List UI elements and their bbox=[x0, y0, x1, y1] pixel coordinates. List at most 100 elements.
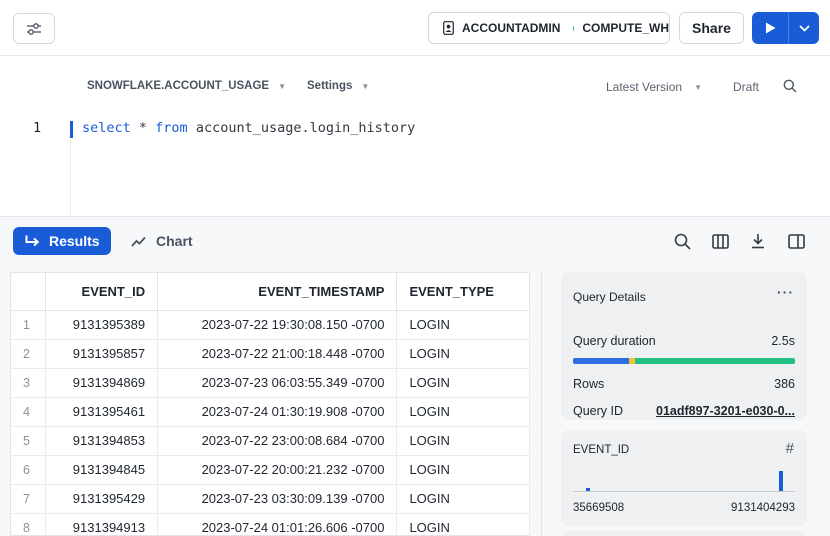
row-index-cell: 7 bbox=[11, 484, 47, 514]
event-id-cell[interactable]: 9131394869 bbox=[45, 368, 159, 398]
duration-segment-1 bbox=[573, 358, 629, 364]
query-id-row: Query ID 01adf897-3201-e030-0... bbox=[573, 404, 795, 418]
event-type-cell[interactable]: LOGIN bbox=[396, 426, 530, 456]
column-min-value: 35669508 bbox=[573, 502, 625, 514]
table-row[interactable]: 5 9131394853 2023-07-22 23:00:08.684 -0700… bbox=[11, 426, 530, 456]
database-label: SNOWFLAKE.ACCOUNT_USAGE bbox=[87, 80, 270, 92]
column-histogram bbox=[573, 468, 795, 492]
column-stats-name: EVENT_ID bbox=[573, 444, 630, 456]
caret-down-icon: ▼ bbox=[278, 81, 287, 91]
row-index-header bbox=[11, 273, 47, 311]
event-id-cell[interactable]: 9131394853 bbox=[45, 426, 159, 456]
keyword-select: select bbox=[82, 120, 131, 136]
event-timestamp-cell[interactable]: 2023-07-22 20:00:21.232 -0700 bbox=[157, 455, 398, 485]
tab-chart-label: Chart bbox=[156, 233, 193, 249]
toggle-side-panel-icon[interactable] bbox=[786, 231, 806, 251]
table-row[interactable]: 7 9131395429 2023-07-23 03:30:09.139 -0700… bbox=[11, 484, 530, 514]
event-type-cell[interactable]: LOGIN bbox=[396, 513, 530, 535]
warehouse-status-dot bbox=[573, 25, 575, 31]
row-index-cell: 6 bbox=[11, 455, 47, 485]
event-timestamp-cell[interactable]: 2023-07-22 21:00:18.448 -0700 bbox=[157, 339, 398, 369]
query-id-link[interactable]: 01adf897-3201-e030-0... bbox=[656, 404, 795, 418]
code-table: account_usage.login_history bbox=[187, 120, 416, 136]
event-type-cell[interactable]: LOGIN bbox=[396, 339, 530, 369]
row-index-cell: 1 bbox=[11, 310, 47, 340]
event-timestamp-cell[interactable]: 2023-07-23 06:03:55.349 -0700 bbox=[157, 368, 398, 398]
event-timestamp-cell[interactable]: 2023-07-22 19:30:08.150 -0700 bbox=[157, 310, 398, 340]
query-details-card: Query Details ··· Query duration 2.5s Ro… bbox=[561, 272, 807, 420]
event-type-cell[interactable]: LOGIN bbox=[396, 368, 530, 398]
column-max-value: 9131404293 bbox=[731, 502, 795, 514]
user-badge-icon bbox=[443, 21, 454, 35]
row-index-cell: 3 bbox=[11, 368, 47, 398]
chevron-down-icon bbox=[798, 24, 810, 32]
tab-results-label: Results bbox=[49, 233, 100, 249]
keyword-from: from bbox=[155, 120, 188, 136]
top-bar: ACCOUNTADMIN COMPUTE_WH Share bbox=[0, 0, 830, 56]
version-selector[interactable]: Latest Version ▼ bbox=[606, 80, 702, 94]
row-index-cell: 5 bbox=[11, 426, 47, 456]
run-options-button[interactable] bbox=[789, 12, 819, 44]
role-warehouse-selector[interactable]: ACCOUNTADMIN COMPUTE_WH bbox=[428, 12, 670, 44]
event-type-cell[interactable]: LOGIN bbox=[396, 455, 530, 485]
settings-label: Settings bbox=[307, 80, 353, 92]
table-row[interactable]: 3 9131394869 2023-07-23 06:03:55.349 -0700… bbox=[11, 368, 530, 398]
column-header-event-id[interactable]: EVENT_ID bbox=[45, 273, 159, 311]
column-header-event-type[interactable]: EVENT_TYPE bbox=[396, 273, 530, 311]
caret-down-icon: ▼ bbox=[694, 82, 702, 92]
row-index-cell: 4 bbox=[11, 397, 47, 427]
results-table-container: EVENT_ID EVENT_TIMESTAMP EVENT_TYPE 1 913… bbox=[10, 272, 530, 536]
share-button[interactable]: Share bbox=[679, 12, 744, 44]
more-options-icon[interactable]: ··· bbox=[777, 284, 794, 300]
column-header-event-timestamp[interactable]: EVENT_TIMESTAMP bbox=[157, 273, 398, 311]
rows-row: Rows 386 bbox=[573, 377, 795, 391]
table-row[interactable]: 8 9131394913 2023-07-24 01:01:26.606 -0700… bbox=[11, 513, 530, 535]
histogram-bar bbox=[779, 471, 784, 491]
filter-settings-button[interactable] bbox=[13, 13, 55, 44]
warehouse-label: COMPUTE_WH bbox=[582, 21, 669, 35]
event-id-cell[interactable]: 9131394913 bbox=[45, 513, 159, 535]
search-results-icon[interactable] bbox=[672, 231, 692, 251]
table-row[interactable]: 4 9131395461 2023-07-24 01:30:19.908 -0700… bbox=[11, 397, 530, 427]
editor-gutter-divider bbox=[70, 140, 71, 216]
columns-icon[interactable] bbox=[710, 231, 730, 251]
tab-chart[interactable]: Chart bbox=[131, 227, 193, 255]
next-column-stats-card[interactable] bbox=[561, 531, 807, 536]
histogram-bar bbox=[586, 488, 591, 491]
event-type-cell[interactable]: LOGIN bbox=[396, 484, 530, 514]
settings-selector[interactable]: Settings ▼ bbox=[307, 80, 369, 92]
run-button-group bbox=[752, 12, 819, 44]
results-toolbar: Results Chart bbox=[0, 216, 830, 264]
active-line-marker bbox=[70, 121, 73, 138]
panel-resize-handle[interactable] bbox=[541, 272, 542, 536]
code-line[interactable]: 1 select * from account_usage.login_hist… bbox=[0, 120, 830, 138]
sql-code[interactable]: select * from account_usage.login_histor… bbox=[82, 120, 415, 136]
run-button[interactable] bbox=[752, 12, 789, 44]
download-icon[interactable] bbox=[748, 231, 768, 251]
table-row[interactable]: 6 9131394845 2023-07-22 20:00:21.232 -0700… bbox=[11, 455, 530, 485]
query-id-label: Query ID bbox=[573, 404, 624, 418]
row-index-cell: 2 bbox=[11, 339, 47, 369]
event-timestamp-cell[interactable]: 2023-07-24 01:01:26.606 -0700 bbox=[157, 513, 398, 535]
table-row[interactable]: 2 9131395857 2023-07-22 21:00:18.448 -0700… bbox=[11, 339, 530, 369]
event-timestamp-cell[interactable]: 2023-07-22 23:00:08.684 -0700 bbox=[157, 426, 398, 456]
event-type-cell[interactable]: LOGIN bbox=[396, 397, 530, 427]
event-id-cell[interactable]: 9131394845 bbox=[45, 455, 159, 485]
database-selector[interactable]: SNOWFLAKE.ACCOUNT_USAGE ▼ bbox=[87, 80, 286, 92]
results-table: EVENT_ID EVENT_TIMESTAMP EVENT_TYPE 1 913… bbox=[11, 273, 530, 535]
event-type-cell[interactable]: LOGIN bbox=[396, 310, 530, 340]
event-timestamp-cell[interactable]: 2023-07-24 01:30:19.908 -0700 bbox=[157, 397, 398, 427]
event-timestamp-cell[interactable]: 2023-07-23 03:30:09.139 -0700 bbox=[157, 484, 398, 514]
table-row[interactable]: 1 9131395389 2023-07-22 19:30:08.150 -0700… bbox=[11, 310, 530, 340]
event-id-cell[interactable]: 9131395857 bbox=[45, 339, 159, 369]
line-chart-icon bbox=[131, 236, 146, 247]
column-stats-card[interactable]: EVENT_ID # 35669508 9131404293 bbox=[561, 430, 807, 526]
query-details-title: Query Details bbox=[573, 290, 646, 304]
duration-segment-2 bbox=[628, 358, 636, 364]
tab-results[interactable]: Results bbox=[13, 227, 111, 255]
event-id-cell[interactable]: 9131395389 bbox=[45, 310, 159, 340]
event-id-cell[interactable]: 9131395429 bbox=[45, 484, 159, 514]
results-arrow-icon bbox=[25, 235, 40, 248]
search-icon[interactable] bbox=[783, 79, 797, 96]
event-id-cell[interactable]: 9131395461 bbox=[45, 397, 159, 427]
